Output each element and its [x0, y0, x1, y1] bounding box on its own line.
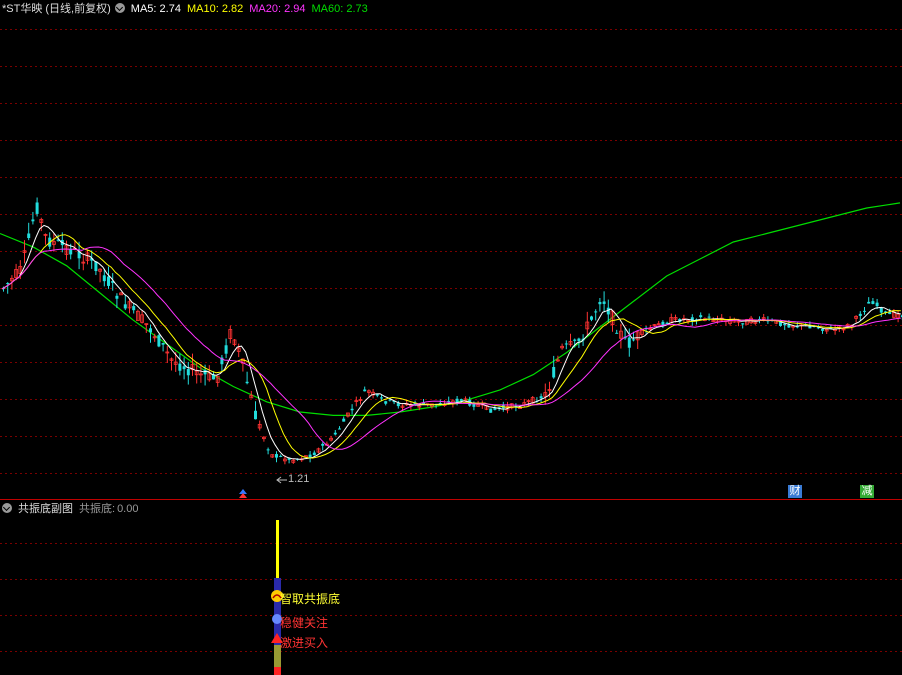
candle-body [333, 432, 337, 435]
candlestick-series [2, 197, 902, 465]
candle-body [594, 311, 598, 313]
candle-body [489, 408, 493, 413]
candle-body [224, 345, 228, 354]
candle-body [867, 301, 871, 304]
candle-body [539, 396, 543, 399]
sub-value-label: 共振底: [79, 503, 116, 515]
candle-body [863, 310, 866, 312]
low-arrow-icon [276, 476, 287, 484]
stock-title: *ST华映 (日线,前复权) [2, 3, 111, 15]
sub-panel-header: 共振底副图 共振底: 0.00 [2, 500, 144, 515]
candle-body [275, 454, 278, 458]
ma5-legend: MA5: 2.74 [130, 3, 181, 15]
candle-body [338, 428, 341, 430]
candle-body [350, 408, 354, 411]
chevron-down-icon[interactable] [114, 3, 125, 13]
candle-body [102, 275, 106, 282]
candle-body [615, 332, 619, 334]
chevron-down-icon[interactable] [2, 503, 12, 513]
sub-value: 0.00 [117, 503, 139, 515]
candle-body [875, 302, 879, 307]
candle-body [783, 323, 787, 326]
candle-body [821, 329, 824, 331]
candle-body [384, 401, 388, 404]
ma-short-lines [1, 224, 901, 460]
candle-body [564, 343, 568, 345]
signal-aggressive-buy: 激进买入 [280, 636, 329, 650]
candle-body [254, 410, 257, 420]
candle-body [161, 343, 165, 345]
candle-body [627, 337, 631, 348]
candle-body [363, 389, 367, 392]
candle-body [871, 301, 875, 304]
ma60-legend: MA60: 2.73 [311, 3, 368, 15]
tag-financial[interactable]: 财 [788, 485, 802, 498]
candle-body [598, 301, 602, 305]
candle-body [342, 418, 346, 422]
sub-panel-title: 共振底副图 [18, 503, 73, 515]
candle-body [115, 295, 119, 299]
candle-body [182, 366, 186, 370]
candle-body [590, 316, 593, 320]
candle-body [312, 452, 316, 456]
ma20-path [1, 246, 901, 450]
candle-body [279, 455, 283, 457]
candle-body [245, 381, 249, 384]
candle-body [577, 338, 581, 342]
candle-body [858, 313, 862, 316]
sub-panel-graphics [0, 520, 902, 675]
candle-body [266, 449, 270, 451]
candle-body [27, 233, 31, 239]
signal-smart-bottom: 智取共振底 [280, 592, 341, 606]
candle-body [602, 301, 606, 304]
ma10-path [1, 234, 901, 459]
candle-body [157, 335, 161, 347]
candle-body [552, 367, 556, 378]
candle-body [6, 283, 10, 285]
candle-body [699, 315, 703, 318]
main-panel-header: *ST华映 (日线,前复权) MA5: 2.74 MA10: 2.82 MA20: 2… [2, 0, 374, 15]
candle-body [321, 443, 325, 446]
kline-chart[interactable] [0, 0, 902, 675]
candle-body [178, 363, 182, 371]
candle-body [107, 276, 110, 286]
candle-body [573, 339, 577, 341]
candle-body [632, 339, 635, 341]
candle-body [186, 369, 190, 376]
ma20-legend: MA20: 2.94 [249, 3, 306, 15]
candle-body [31, 219, 35, 222]
main-grid [0, 29, 902, 474]
candle-body [707, 316, 711, 318]
candle-body [879, 307, 883, 313]
ma5-path [1, 224, 901, 460]
tag-reduce[interactable]: 减 [860, 485, 874, 498]
signal-bar-yellow [276, 520, 279, 578]
candle-body [132, 306, 136, 311]
candle-body [741, 323, 745, 325]
up-marker-icon [239, 489, 247, 498]
candle-body [375, 394, 379, 396]
signal-steady-watch: 稳健关注 [280, 616, 329, 630]
period-low-label: 1.21 [288, 473, 310, 485]
candle-body [123, 304, 127, 309]
candle-body [35, 202, 39, 214]
candle-body [459, 399, 463, 401]
candle-body [380, 397, 383, 399]
ma10-legend: MA10: 2.82 [186, 3, 244, 15]
candle-body [149, 328, 152, 333]
candle-body [212, 374, 215, 380]
signal-bar-red [274, 667, 281, 675]
